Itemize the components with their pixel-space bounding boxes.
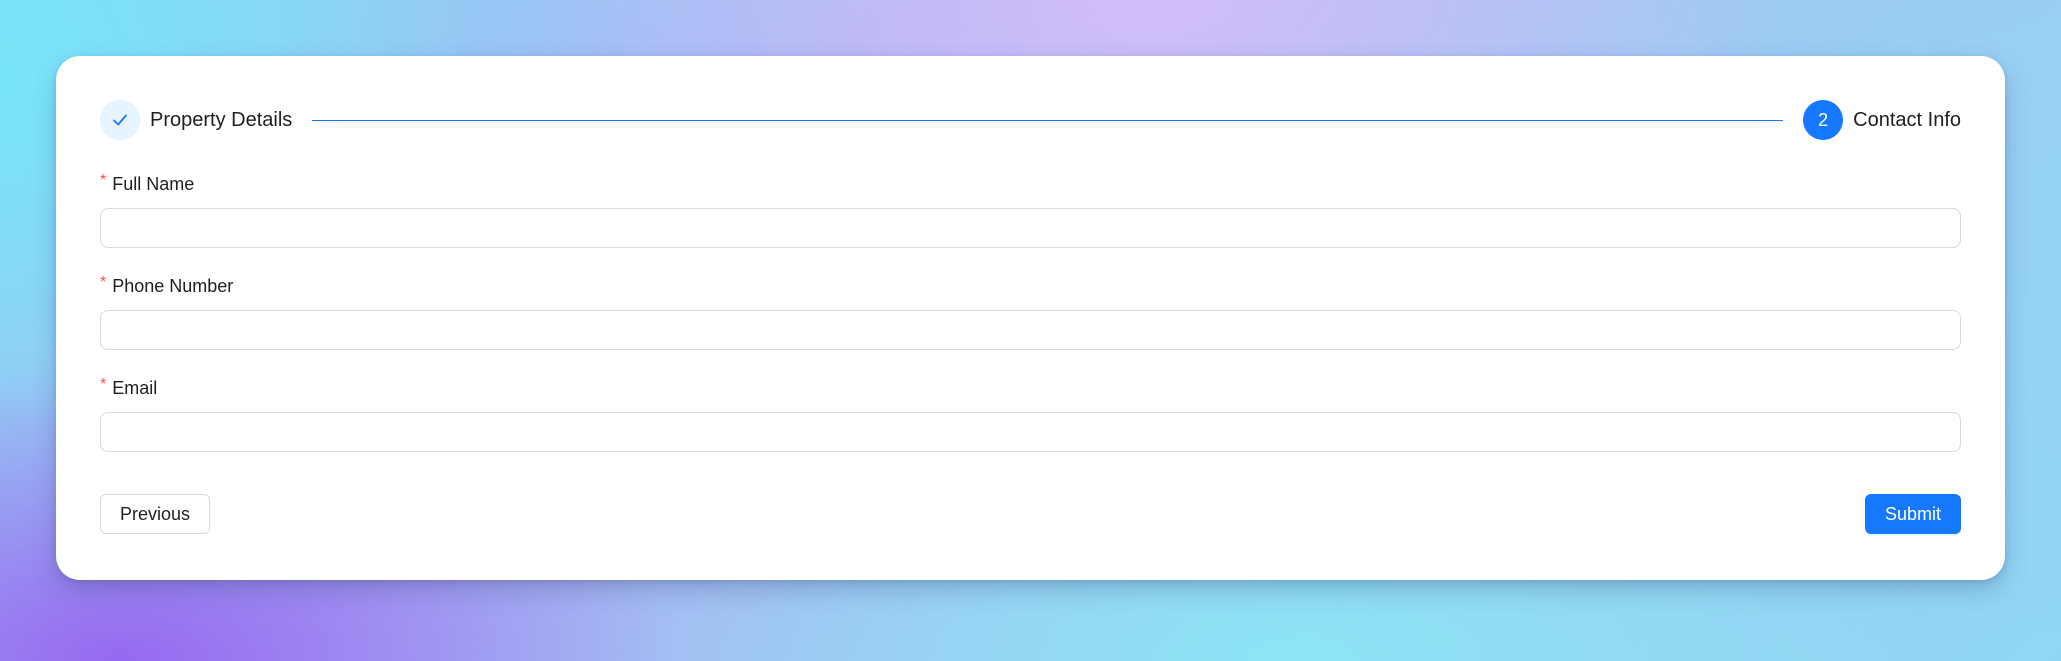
steps-progress: Property Details 2 Contact Info (100, 100, 1961, 140)
email-field: * Email (100, 376, 1961, 452)
email-label: * Email (100, 376, 1961, 400)
submit-button[interactable]: Submit (1864, 494, 1961, 534)
step-property-details[interactable]: Property Details (100, 100, 292, 140)
phone-number-field: * Phone Number (100, 274, 1961, 350)
form-card: Property Details 2 Contact Info * Full N… (56, 56, 2005, 580)
step-title: Property Details (150, 108, 293, 131)
phone-number-label: * Phone Number (100, 274, 1961, 298)
field-label-text: Email (112, 377, 158, 398)
phone-number-input[interactable] (100, 310, 1961, 350)
full-name-input[interactable] (100, 208, 1961, 248)
check-icon (113, 114, 127, 126)
email-input[interactable] (100, 412, 1961, 452)
field-label-text: Phone Number (112, 275, 234, 296)
field-label-text: Full Name (112, 173, 195, 194)
contact-form: * Full Name * Phone Number * Email (100, 172, 1961, 478)
previous-button[interactable]: Previous (100, 494, 211, 534)
step-title: Contact Info (1853, 108, 1961, 131)
step-active-circle: 2 (1803, 100, 1844, 140)
step-number: 2 (1818, 109, 1829, 130)
step-connector-line (312, 119, 1784, 121)
required-asterisk: * (100, 274, 107, 291)
step-finished-circle (100, 100, 140, 140)
step-contact-info[interactable]: 2 Contact Info (1803, 100, 1961, 140)
full-name-label: * Full Name (100, 172, 1961, 196)
required-asterisk: * (100, 172, 107, 189)
full-name-field: * Full Name (100, 172, 1961, 248)
form-actions: Previous Submit (100, 494, 1961, 534)
required-asterisk: * (100, 376, 107, 393)
